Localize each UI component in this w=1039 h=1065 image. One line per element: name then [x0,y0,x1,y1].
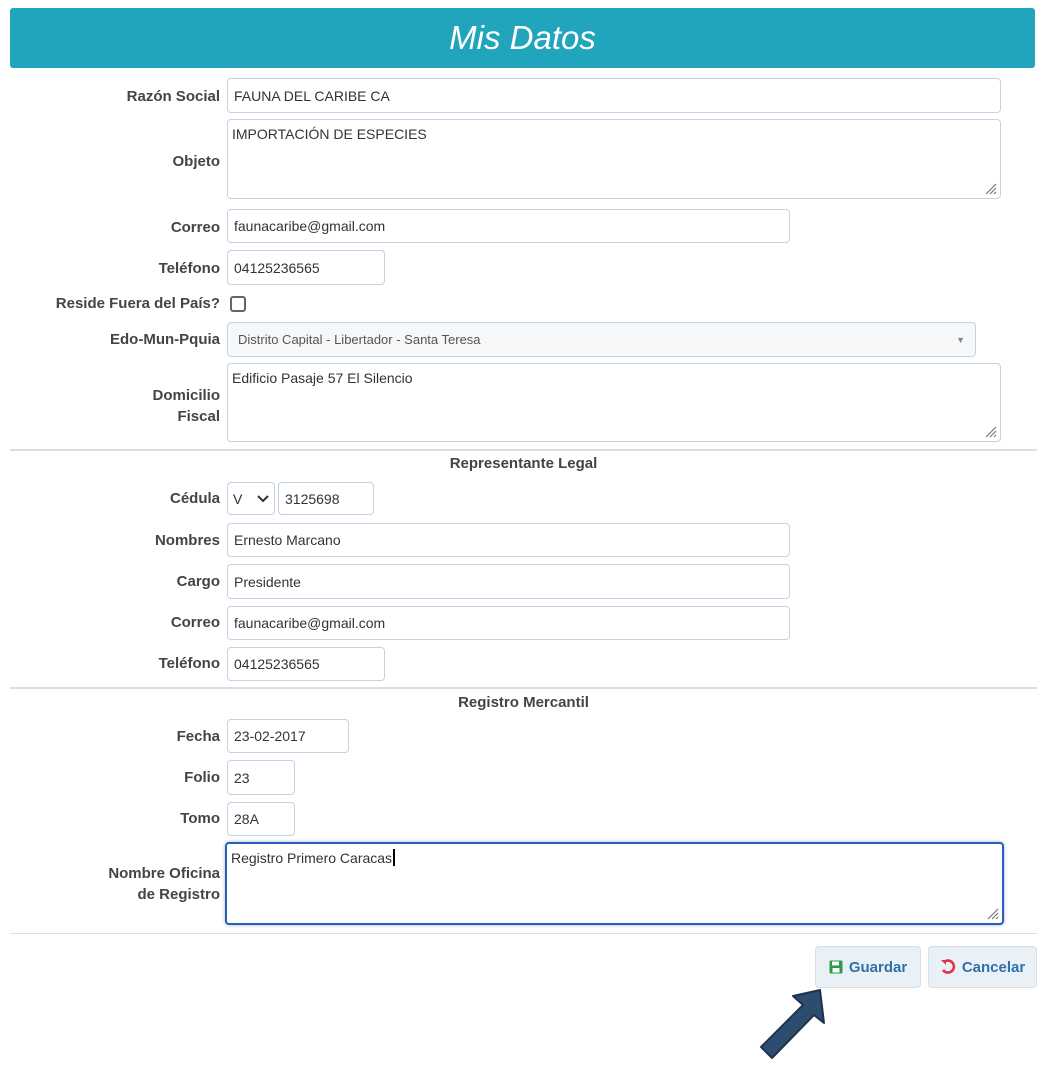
cedula-type-value: V [233,490,243,507]
dropdown-caret-icon: ▼ [956,334,965,345]
fecha-label: Fecha [176,728,220,745]
representante-section-title: Representante Legal [449,455,598,472]
page-title: Mis Datos [449,19,596,56]
telefono-input[interactable]: 04125236565 [227,250,385,285]
objeto-value: IMPORTACIÓN DE ESPECIES [232,126,427,142]
domicilio-value: Edificio Pasaje 57 El Silencio [232,370,413,386]
nombres-label: Nombres [154,532,220,549]
section-divider [10,687,1037,689]
guardar-button[interactable]: Guardar [815,946,921,988]
cargo-input[interactable]: Presidente [227,564,790,599]
oficina-label-line2: de Registro [137,886,220,903]
undo-icon [940,959,956,974]
rep-telefono-label: Teléfono [158,655,220,672]
registro-section-title: Registro Mercantil [458,694,589,711]
nombres-input[interactable]: Ernesto Marcano [227,523,790,557]
reside-label: Reside Fuera del País? [55,295,220,312]
tomo-label: Tomo [180,810,220,827]
razon-social-label: Razón Social [126,88,220,105]
cargo-label: Cargo [176,573,220,590]
resize-grip-icon[interactable] [983,424,997,438]
edo-label: Edo-Mun-Pquia [110,331,220,348]
floppy-disk-icon [829,960,843,974]
cancelar-button[interactable]: Cancelar [928,946,1037,988]
oficina-value: Registro Primero Caracas [231,850,393,866]
resize-grip-icon[interactable] [985,906,999,920]
objeto-label: Objeto [172,153,221,170]
cedula-label: Cédula [169,490,220,507]
oficina-label-line1: Nombre Oficina [108,865,220,882]
folio-label: Folio [184,769,220,786]
correo-input[interactable]: faunacaribe@gmail.com [227,209,790,243]
tomo-input[interactable]: 28A [227,802,295,836]
rep-correo-input[interactable]: faunacaribe@gmail.com [227,606,790,640]
edo-select-value: Distrito Capital - Libertador - Santa Te… [238,332,481,347]
pointer-arrow-icon [760,989,825,1059]
domicilio-label-line1: Domicilio [152,387,220,404]
guardar-label: Guardar [848,958,908,976]
section-divider [10,449,1037,451]
cedula-input[interactable]: 3125698 [278,482,374,515]
edo-select[interactable]: Distrito Capital - Libertador - Santa Te… [227,322,976,357]
domicilio-textarea[interactable]: Edificio Pasaje 57 El Silencio [227,363,1001,442]
footer-divider [10,933,1037,934]
rep-correo-label: Correo [170,614,220,631]
cancelar-label: Cancelar [961,958,1026,976]
text-caret [393,849,396,866]
resize-grip-icon[interactable] [983,181,997,195]
fecha-input[interactable]: 23-02-2017 [227,719,349,753]
chevron-down-icon [257,494,269,502]
page-header: Mis Datos [10,8,1035,68]
reside-checkbox[interactable] [230,296,246,312]
folio-input[interactable]: 23 [227,760,295,795]
oficina-textarea[interactable]: Registro Primero Caracas [225,842,1004,925]
oficina-text-wrap: Registro Primero Caracas [231,849,396,866]
correo-label: Correo [170,219,220,236]
telefono-label: Teléfono [158,260,220,277]
rep-telefono-input[interactable]: 04125236565 [227,647,385,681]
domicilio-label-line2: Fiscal [177,408,220,425]
razon-social-input[interactable]: FAUNA DEL CARIBE CA [227,78,1001,113]
objeto-textarea[interactable]: IMPORTACIÓN DE ESPECIES [227,119,1001,199]
cedula-type-select[interactable]: V [227,482,275,515]
